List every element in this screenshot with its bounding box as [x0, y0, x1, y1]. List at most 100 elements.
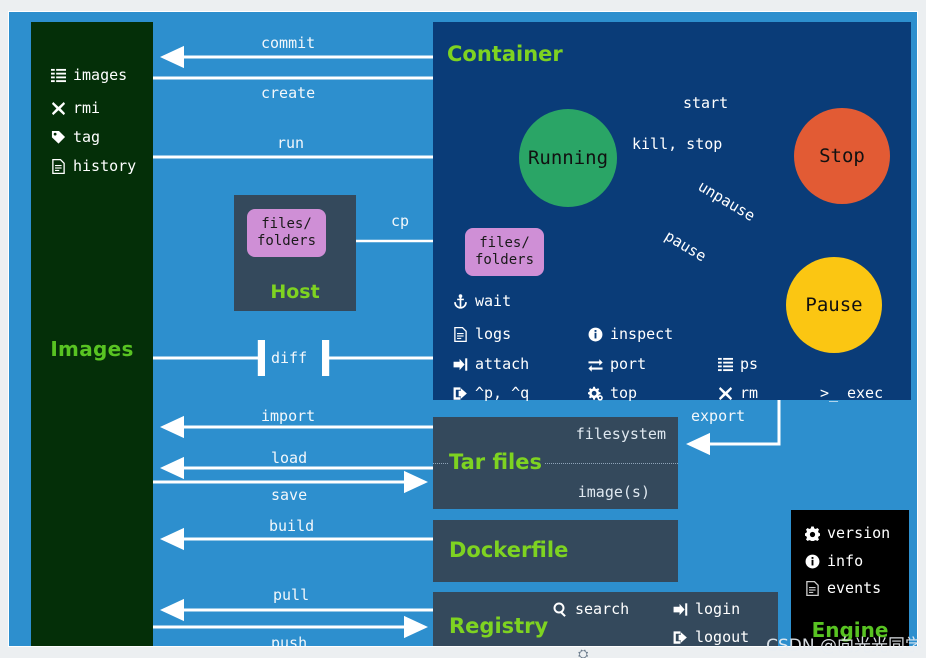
- command-label: history: [73, 157, 137, 175]
- edge-label-pull: pull: [273, 586, 310, 604]
- command-label: inspect: [610, 325, 674, 343]
- engine-command-version[interactable]: version: [805, 526, 890, 541]
- images-command-history[interactable]: history: [51, 157, 136, 175]
- container-command-detach[interactable]: ^p, ^q: [453, 386, 529, 401]
- gear-icon: [805, 526, 820, 541]
- transition-label-kill-stop: kill, stop: [632, 135, 723, 153]
- list-icon: [718, 357, 733, 372]
- dockerfile-panel: Dockerfile: [433, 520, 678, 582]
- watermark: CSDN @向光光同学: [766, 636, 922, 656]
- command-label: events: [827, 579, 882, 597]
- edge-label-diff: diff: [271, 349, 308, 367]
- command-label: rmi: [73, 99, 101, 117]
- command-label: ^p, ^q: [475, 384, 530, 402]
- host-panel-title: Host: [270, 281, 320, 303]
- command-label: logout: [695, 628, 750, 646]
- container-panel: Container files/ folders wait logs inspe…: [433, 22, 911, 401]
- edge-label-import: import: [261, 407, 316, 425]
- tar-files-panel-title: Tar files: [449, 450, 545, 474]
- tag-icon: [51, 130, 66, 145]
- command-label: wait: [475, 292, 512, 310]
- edge-label-build: build: [269, 517, 315, 535]
- command-label: search: [575, 600, 630, 618]
- search-icon: [553, 602, 568, 617]
- file-icon: [453, 327, 468, 342]
- command-label: rm: [740, 384, 759, 402]
- container-command-ps[interactable]: ps: [718, 357, 758, 372]
- images-command-rmi[interactable]: rmi: [51, 99, 100, 117]
- container-command-exec[interactable]: >_ exec: [818, 386, 883, 401]
- host-files-folders-chip: files/ folders: [247, 209, 327, 257]
- container-command-top[interactable]: top: [588, 386, 637, 401]
- exchange-icon: [588, 357, 603, 372]
- registry-panel: Registry search login logout: [433, 592, 778, 646]
- container-panel-title: Container: [447, 42, 563, 66]
- state-circle-stop[interactable]: Stop: [794, 108, 890, 204]
- cogs-icon: [588, 386, 603, 401]
- edge-label-cp: cp: [391, 212, 410, 230]
- command-label: port: [610, 355, 647, 373]
- state-circle-pause[interactable]: Pause: [786, 257, 882, 353]
- registry-panel-title: Registry: [449, 614, 549, 638]
- command-label: info: [827, 552, 864, 570]
- sign-in-icon: [673, 602, 688, 617]
- tar-images-label: image(s): [577, 483, 650, 501]
- screenshot-root: images rmi tag history Images Container …: [0, 0, 926, 658]
- command-label: version: [827, 524, 891, 542]
- edge-label-push: push: [271, 634, 308, 647]
- edge-label-load: load: [271, 449, 308, 467]
- command-label: attach: [475, 355, 530, 373]
- info-icon: [805, 554, 820, 569]
- terminal-icon: >_: [819, 384, 839, 402]
- state-circle-running[interactable]: Running: [519, 109, 617, 207]
- edge-label-export: export: [691, 407, 746, 425]
- images-command-tag[interactable]: tag: [51, 128, 100, 146]
- images-command-images[interactable]: images: [51, 66, 127, 84]
- mouse-cursor: ⛭: [578, 647, 589, 658]
- engine-command-events[interactable]: events: [805, 581, 881, 596]
- dockerfile-panel-title: Dockerfile: [449, 538, 569, 562]
- engine-panel: version info events Engine: [791, 510, 909, 646]
- registry-command-search[interactable]: search: [553, 602, 629, 617]
- container-command-port[interactable]: port: [588, 357, 646, 372]
- images-panel-title: Images: [50, 337, 134, 361]
- container-command-logs[interactable]: logs: [453, 327, 511, 342]
- anchor-icon: [453, 294, 468, 309]
- host-panel: files/ folders Host: [234, 195, 356, 311]
- tar-files-panel: filesystem image(s) Tar files: [433, 417, 678, 509]
- images-panel: images rmi tag history Images: [31, 22, 153, 646]
- transition-label-pause: pause: [661, 226, 710, 266]
- container-command-inspect[interactable]: inspect: [588, 327, 673, 342]
- registry-command-login[interactable]: login: [673, 602, 740, 617]
- registry-command-logout[interactable]: logout: [673, 630, 749, 645]
- transition-label-unpause: unpause: [694, 177, 759, 225]
- close-icon: [718, 386, 733, 401]
- state-label: Pause: [805, 294, 863, 316]
- command-label: logs: [475, 325, 512, 343]
- tar-filesystem-label: filesystem: [575, 425, 666, 443]
- container-files-folders-chip: files/ folders: [465, 228, 545, 276]
- close-icon: [51, 101, 66, 116]
- engine-command-info[interactable]: info: [805, 554, 863, 569]
- state-label: Stop: [819, 145, 865, 167]
- command-label: tag: [73, 128, 101, 146]
- edge-label-run: run: [277, 134, 305, 152]
- sign-out-icon: [673, 630, 688, 645]
- info-icon: [588, 327, 603, 342]
- command-label: images: [73, 66, 128, 84]
- edge-label-commit: commit: [261, 34, 316, 52]
- container-command-rm[interactable]: rm: [718, 386, 758, 401]
- command-label: login: [695, 600, 741, 618]
- transition-label-start: start: [683, 94, 729, 112]
- docker-diagram-canvas: images rmi tag history Images Container …: [8, 11, 918, 647]
- sign-in-icon: [453, 357, 468, 372]
- file-icon: [805, 581, 820, 596]
- edge-label-save: save: [271, 486, 308, 504]
- file-icon: [51, 158, 66, 174]
- command-label: ps: [740, 355, 759, 373]
- command-label: exec: [847, 384, 884, 402]
- container-command-attach[interactable]: attach: [453, 357, 529, 372]
- container-command-wait[interactable]: wait: [453, 294, 511, 309]
- sign-out-icon: [453, 386, 468, 401]
- list-icon: [51, 68, 66, 83]
